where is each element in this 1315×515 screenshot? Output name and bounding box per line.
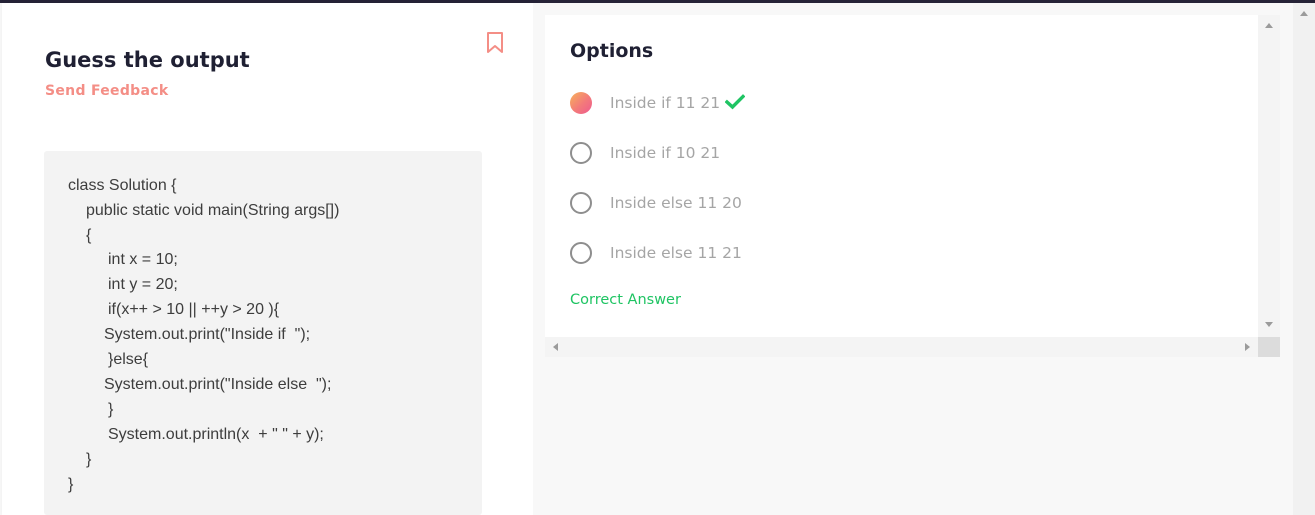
- code-line: class Solution {: [68, 177, 177, 194]
- option-1[interactable]: Inside if 11 21: [570, 92, 970, 118]
- option-label: Inside else 11 20: [610, 194, 742, 212]
- code-block: class Solution { public static void main…: [44, 151, 482, 515]
- page-scrollbar[interactable]: [1293, 3, 1315, 515]
- bookmark-icon[interactable]: [486, 31, 504, 55]
- code-line: int x = 10;: [108, 251, 178, 268]
- radio-icon[interactable]: [570, 242, 592, 264]
- code-line: public static void main(String args[]): [86, 202, 340, 219]
- code-line: System.out.print("Inside if ");: [104, 326, 311, 343]
- option-label: Inside if 11 21: [610, 94, 721, 112]
- radio-selected-icon[interactable]: [570, 92, 592, 114]
- scroll-down-icon[interactable]: [1265, 322, 1273, 327]
- scroll-right-icon[interactable]: [1245, 343, 1250, 351]
- code-line: }else{: [108, 351, 149, 368]
- code-line: {: [86, 227, 92, 244]
- scroll-up-icon[interactable]: [1265, 23, 1273, 28]
- options-card: Options Inside if 11 21 Inside if 10 21 …: [545, 15, 1258, 337]
- options-title: Options: [570, 40, 654, 62]
- correct-answer-text: Correct Answer: [570, 292, 681, 308]
- scrollbar-corner: [1258, 337, 1280, 357]
- question-title: Guess the output: [45, 48, 250, 72]
- scroll-left-icon[interactable]: [553, 343, 558, 351]
- code-line: if(x++ > 10 || ++y > 20 ){: [108, 301, 280, 318]
- option-label: Inside else 11 21: [610, 244, 742, 262]
- radio-icon[interactable]: [570, 142, 592, 164]
- option-4[interactable]: Inside else 11 21: [570, 242, 970, 268]
- code-line: }: [68, 476, 74, 493]
- code-line: }: [86, 451, 92, 468]
- radio-icon[interactable]: [570, 192, 592, 214]
- page-scroll-up-icon[interactable]: [1300, 11, 1308, 16]
- code-line: System.out.print("Inside else ");: [104, 376, 332, 393]
- option-3[interactable]: Inside else 11 20: [570, 192, 970, 218]
- option-2[interactable]: Inside if 10 21: [570, 142, 970, 168]
- send-feedback-link[interactable]: Send Feedback: [45, 83, 168, 99]
- code-line: }: [108, 401, 114, 418]
- question-panel: Guess the output Send Feedback class Sol…: [2, 3, 533, 515]
- code-line: System.out.println(x + " " + y);: [108, 426, 324, 443]
- options-vertical-scrollbar[interactable]: [1258, 15, 1280, 337]
- checkmark-icon: [725, 94, 745, 110]
- option-label: Inside if 10 21: [610, 144, 721, 162]
- code-line: int y = 20;: [108, 276, 178, 293]
- options-horizontal-scrollbar[interactable]: [545, 337, 1258, 357]
